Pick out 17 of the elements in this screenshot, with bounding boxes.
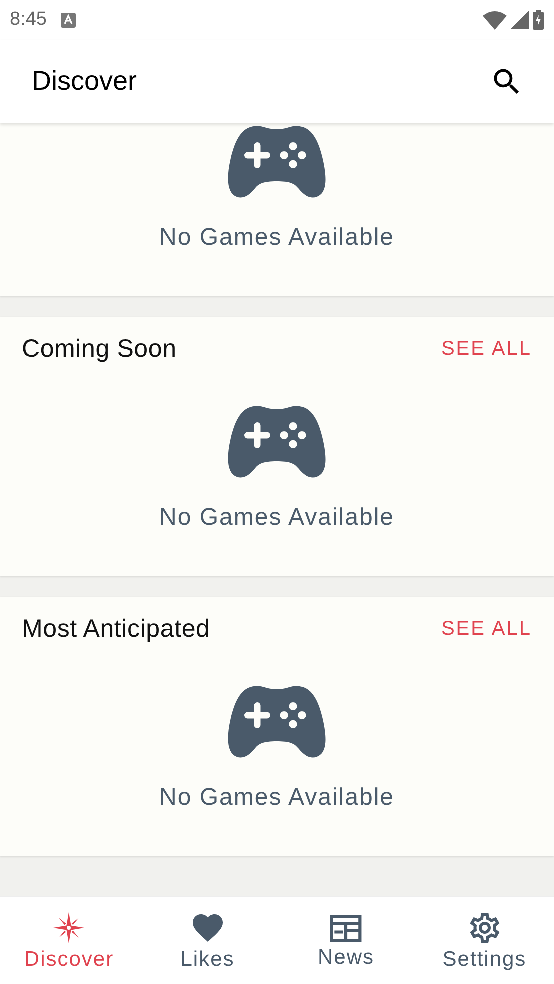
battery-icon: [533, 10, 544, 30]
screen-title: Discover: [32, 66, 138, 97]
see-all-link[interactable]: SEE ALL: [441, 338, 532, 361]
see-all-link[interactable]: SEE ALL: [441, 618, 532, 641]
notification-icon: [60, 12, 76, 28]
section-title: Coming Soon: [22, 335, 177, 364]
nav-tab[interactable]: Likes: [138, 897, 277, 984]
nav-tab[interactable]: News: [277, 897, 416, 984]
signal-icon: [511, 11, 529, 29]
empty-message: No Games Available: [159, 784, 394, 812]
nav-tab[interactable]: Settings: [416, 897, 554, 984]
empty-message: No Games Available: [159, 504, 394, 532]
status-time: 8:45: [10, 9, 47, 31]
section-title: Most Anticipated: [22, 615, 210, 644]
wifi-icon: [483, 10, 507, 30]
empty-message: No Games Available: [159, 224, 394, 252]
nav-tab[interactable]: Discover: [0, 897, 138, 984]
